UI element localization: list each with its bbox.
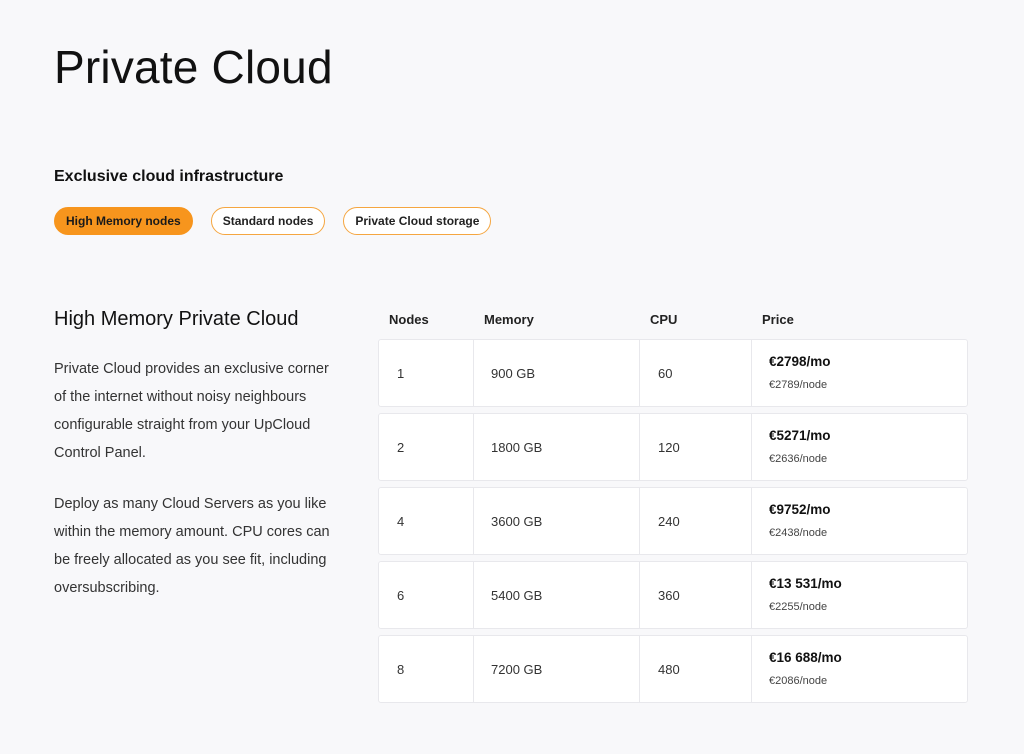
nodes-cell: 2: [379, 414, 474, 480]
table-row[interactable]: 1 900 GB 60 €2798/mo €2789/node: [378, 339, 968, 407]
description-paragraph: Private Cloud provides an exclusive corn…: [54, 361, 329, 461]
tab-private-cloud-storage[interactable]: Private Cloud storage: [343, 207, 492, 235]
pricing-table: 1 900 GB 60 €2798/mo €2789/node 2 1800 G…: [378, 339, 968, 709]
page-title: Private Cloud: [54, 41, 333, 93]
memory-cell: 3600 GB: [474, 488, 640, 554]
nodes-cell: 4: [379, 488, 474, 554]
nodes-cell: 8: [379, 636, 474, 702]
price-cell: €2798/mo €2789/node: [752, 340, 967, 406]
monthly-price: €5271/mo: [769, 428, 831, 443]
table-row[interactable]: 6 5400 GB 360 €13 531/mo €2255/node: [378, 561, 968, 629]
price-cell: €16 688/mo €2086/node: [752, 636, 967, 702]
per-node-price: €2789/node: [769, 379, 828, 391]
table-row[interactable]: 4 3600 GB 240 €9752/mo €2438/node: [378, 487, 968, 555]
description-paragraph: Deploy as many Cloud Servers as you like…: [54, 496, 330, 596]
memory-cell: 900 GB: [474, 340, 640, 406]
per-node-price: €2438/node: [769, 527, 828, 539]
memory-cell: 7200 GB: [474, 636, 640, 702]
memory-cell: 1800 GB: [474, 414, 640, 480]
cpu-cell: 60: [640, 340, 752, 406]
table-row[interactable]: 8 7200 GB 480 €16 688/mo €2086/node: [378, 635, 968, 703]
per-node-price: €2086/node: [769, 675, 828, 687]
monthly-price: €13 531/mo: [769, 576, 842, 591]
price-cell: €5271/mo €2636/node: [752, 414, 967, 480]
column-header-price: Price: [762, 312, 794, 327]
monthly-price: €2798/mo: [769, 354, 831, 369]
cpu-cell: 240: [640, 488, 752, 554]
per-node-price: €2636/node: [769, 453, 828, 465]
cpu-cell: 120: [640, 414, 752, 480]
cpu-cell: 360: [640, 562, 752, 628]
table-row[interactable]: 2 1800 GB 120 €5271/mo €2636/node: [378, 413, 968, 481]
monthly-price: €9752/mo: [769, 502, 831, 517]
section-title: High Memory Private Cloud: [54, 308, 299, 330]
price-cell: €13 531/mo €2255/node: [752, 562, 967, 628]
monthly-price: €16 688/mo: [769, 650, 842, 665]
node-type-tabs: High Memory nodes Standard nodes Private…: [54, 207, 492, 235]
nodes-cell: 1: [379, 340, 474, 406]
section-subtitle: Exclusive cloud infrastructure: [54, 168, 284, 185]
nodes-cell: 6: [379, 562, 474, 628]
tab-high-memory-nodes[interactable]: High Memory nodes: [54, 207, 193, 235]
memory-cell: 5400 GB: [474, 562, 640, 628]
column-header-memory: Memory: [484, 312, 534, 327]
pricing-table-header: Nodes Memory CPU Price: [378, 312, 968, 332]
tab-standard-nodes[interactable]: Standard nodes: [210, 207, 326, 235]
column-header-nodes: Nodes: [389, 312, 429, 327]
column-header-cpu: CPU: [650, 312, 678, 327]
cpu-cell: 480: [640, 636, 752, 702]
price-cell: €9752/mo €2438/node: [752, 488, 967, 554]
per-node-price: €2255/node: [769, 601, 828, 613]
